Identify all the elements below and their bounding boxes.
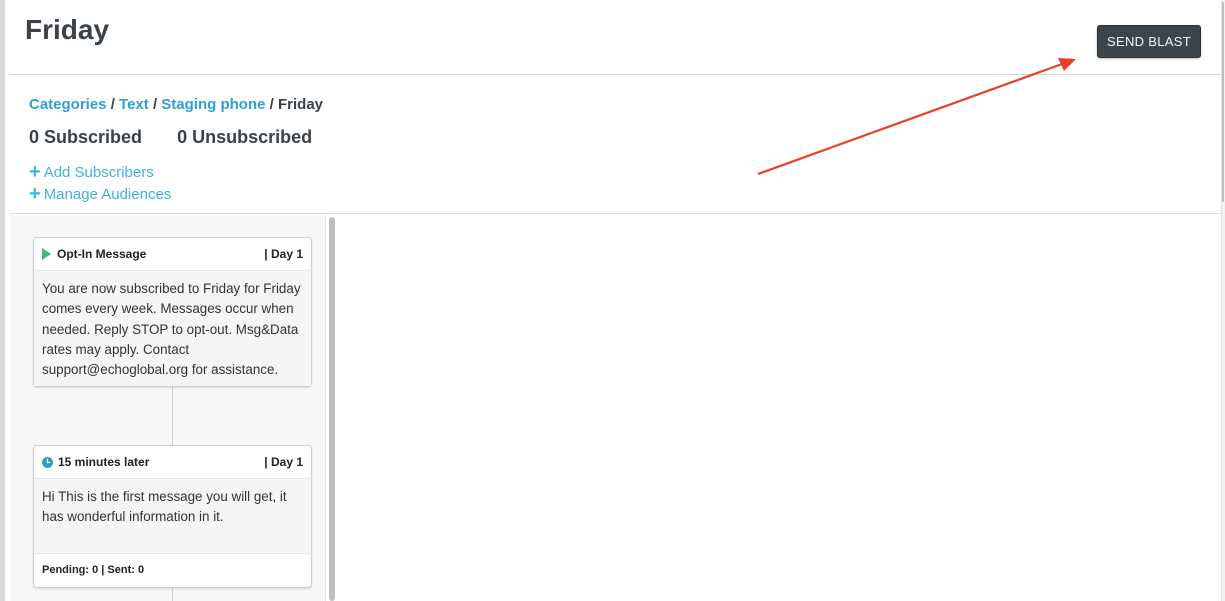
breadcrumb-separator: / [152,96,158,113]
timeline-connector [172,588,173,601]
page-header: Friday SEND BLAST [10,0,1225,75]
card-day: | Day 1 [264,247,303,261]
page-scrollbar-thumb[interactable] [1222,2,1224,202]
page-title: Friday [25,14,110,45]
app-frame: Friday SEND BLAST Categories / Text / St… [0,0,1225,601]
plus-icon: + [29,183,41,205]
breadcrumb: Categories / Text / Staging phone / Frid… [29,96,323,113]
add-subscribers-label: Add Subscribers [43,164,154,181]
add-subscribers-link[interactable]: + Add Subscribers [29,161,154,183]
page-scrollbar[interactable] [1221,0,1225,601]
clock-icon [42,456,53,468]
breadcrumb-text[interactable]: Text [119,96,149,113]
unsubscribed-count: 0 Unsubscribed [177,127,313,147]
breadcrumb-staging-phone[interactable]: Staging phone [161,96,265,113]
card-day: | Day 1 [264,455,303,469]
plus-icon: + [29,161,41,183]
breadcrumb-separator: / [269,96,274,113]
send-blast-button[interactable]: SEND BLAST [1097,25,1201,58]
play-icon [42,248,51,260]
scrollbar-thumb[interactable] [329,217,335,601]
card-title: Opt-In Message [57,247,147,261]
card-message-text: Hi This is the first message you will ge… [34,479,311,553]
breadcrumb-categories[interactable]: Categories [29,96,107,113]
subscriber-counts: 0 Subscribed 0 Unsubscribed [29,127,312,148]
manage-audiences-link[interactable]: + Manage Audiences [29,183,172,205]
breadcrumb-separator: / [110,96,115,113]
manage-audiences-label: Manage Audiences [43,186,172,203]
card-header: 15 minutes later | Day 1 [34,446,311,479]
breadcrumb-current: Friday [277,96,323,113]
card-title: 15 minutes later [58,455,150,469]
card-delivery-stats: Pending: 0 | Sent: 0 [34,553,311,586]
category-info: Categories / Text / Staging phone / Frid… [10,75,1225,214]
timeline-scrollbar[interactable] [325,215,338,601]
subscribed-count: 0 Subscribed [29,127,143,147]
card-header: Opt-In Message | Day 1 [34,238,311,271]
message-timeline: Opt-In Message | Day 1 You are now subsc… [10,215,338,601]
message-card-scheduled[interactable]: 15 minutes later | Day 1 Hi This is the … [33,445,312,588]
message-card-opt-in[interactable]: Opt-In Message | Day 1 You are now subsc… [33,237,312,387]
timeline-connector [172,387,173,445]
card-message-text: You are now subscribed to Friday for Fri… [34,271,311,386]
